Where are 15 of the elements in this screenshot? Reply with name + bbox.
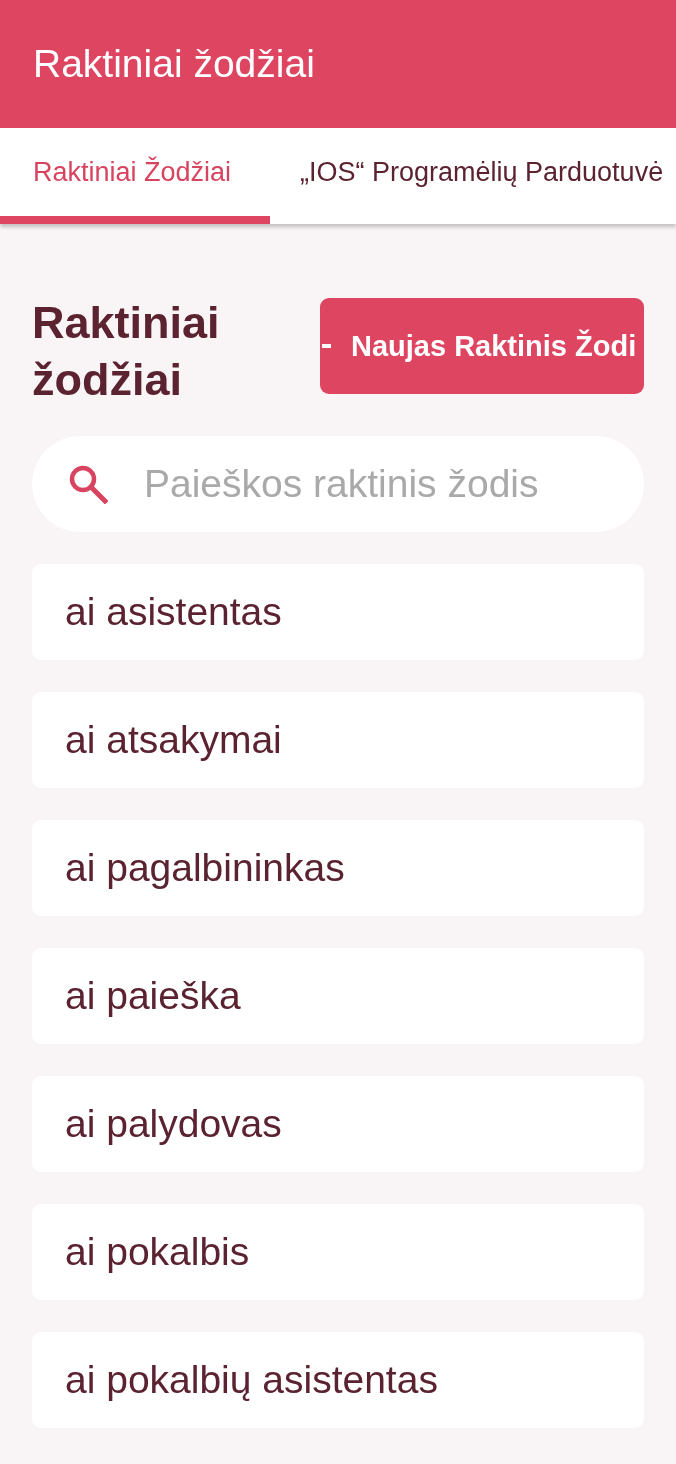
- app-bar-title: Raktiniai žodžiai: [33, 40, 315, 87]
- tab[interactable]: „IOS“ Programėlių Parduotuvė: [270, 128, 676, 224]
- keyword-item[interactable]: ai pokalbis: [32, 1204, 644, 1300]
- keyword-item[interactable]: ai asistentas: [32, 564, 644, 660]
- page-heading: Raktiniai žodžiai: [32, 296, 221, 407]
- new-keyword-button[interactable]: Naujas Raktinis Žodi: [320, 298, 644, 394]
- keyword-item[interactable]: ai atsakymai: [32, 692, 644, 788]
- dash-icon: [322, 344, 331, 348]
- keyword-item[interactable]: ai paieška: [32, 948, 644, 1044]
- keyword-item[interactable]: ai pokalbių asistentas: [32, 1332, 644, 1428]
- tab[interactable]: Raktiniai Žodžiai: [0, 128, 270, 224]
- search-field[interactable]: Paieškos raktinis žodis: [32, 436, 644, 532]
- keyword-item[interactable]: ai pagalbininkas: [32, 820, 644, 916]
- search-icon: [68, 464, 108, 504]
- keyword-item[interactable]: ai palydovas: [32, 1076, 644, 1172]
